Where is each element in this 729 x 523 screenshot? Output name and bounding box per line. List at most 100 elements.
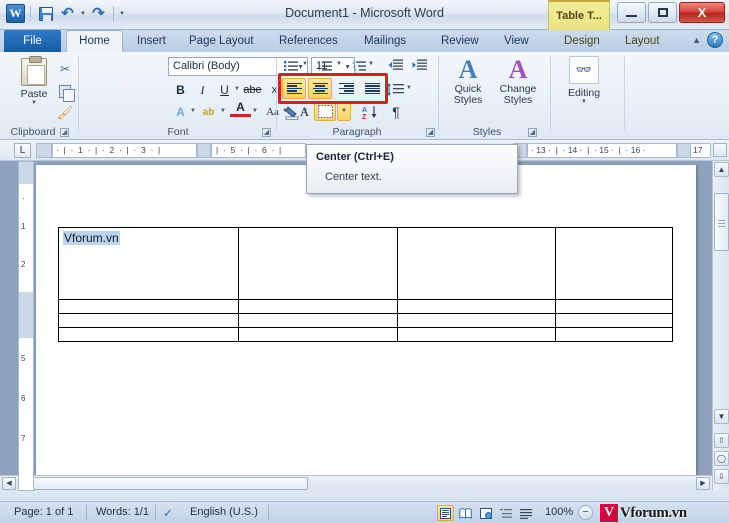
bullets-dropdown-icon[interactable]: ▼: [302, 61, 308, 67]
table-cell[interactable]: [555, 299, 673, 314]
borders-button[interactable]: [314, 101, 336, 121]
clipboard-dialog-launcher[interactable]: ◢: [60, 128, 69, 137]
bold-button[interactable]: B: [170, 80, 191, 100]
table-cell[interactable]: Vforum.vn: [58, 227, 239, 300]
view-ruler-button[interactable]: [713, 143, 727, 157]
print-layout-view-button[interactable]: [437, 505, 454, 521]
numbering-button[interactable]: 123: [314, 55, 336, 75]
outline-view-button[interactable]: [497, 505, 514, 521]
table-cell[interactable]: [58, 299, 239, 314]
language-status[interactable]: English (U.S.): [190, 506, 258, 518]
line-spacing-dropdown-icon[interactable]: ▼: [406, 85, 412, 91]
table-cell[interactable]: [555, 227, 673, 300]
paste-button[interactable]: Paste ▼: [12, 56, 56, 114]
vertical-scrollbar[interactable]: ▲ ▼ ⇧ ◯ ⇩: [712, 161, 729, 491]
tab-layout[interactable]: Layout: [616, 30, 669, 52]
scroll-right-button[interactable]: ▶: [696, 477, 710, 490]
line-spacing-button[interactable]: [385, 79, 407, 99]
table-cell[interactable]: [58, 327, 239, 342]
italic-button[interactable]: I: [192, 80, 213, 100]
chevron-down-icon[interactable]: ▼: [252, 108, 258, 114]
full-screen-reading-view-button[interactable]: [457, 505, 474, 521]
shading-button[interactable]: [282, 102, 304, 122]
tab-view[interactable]: View: [495, 30, 538, 52]
align-right-button[interactable]: [334, 78, 358, 99]
tab-insert[interactable]: Insert: [128, 30, 175, 52]
scroll-down-button[interactable]: ▼: [714, 409, 729, 424]
multilevel-list-button[interactable]: 123: [348, 55, 370, 75]
web-layout-view-button[interactable]: [477, 505, 494, 521]
bullets-button[interactable]: [280, 55, 302, 75]
format-painter-icon[interactable]: 🖌: [55, 104, 75, 122]
shading-dropdown-icon[interactable]: ▼: [302, 108, 308, 114]
font-color-button[interactable]: A: [230, 100, 251, 117]
borders-dropdown-icon[interactable]: ▼: [337, 101, 351, 121]
table-cell[interactable]: [237, 227, 399, 300]
change-styles-button[interactable]: A Change Styles: [494, 56, 542, 118]
underline-dropdown-icon[interactable]: ▼: [234, 86, 240, 92]
strikethrough-button[interactable]: abe: [242, 80, 263, 100]
zoom-out-button[interactable]: −: [578, 505, 593, 520]
chevron-down-icon[interactable]: ▼: [220, 108, 226, 114]
numbering-dropdown-icon[interactable]: ▼: [336, 61, 342, 67]
scroll-left-button[interactable]: ◀: [2, 477, 16, 490]
spell-check-icon[interactable]: ✓: [163, 506, 173, 520]
previous-page-button[interactable]: ⇧: [714, 433, 729, 448]
show-formatting-marks-button[interactable]: ¶: [385, 102, 407, 122]
draft-view-button[interactable]: [517, 505, 534, 521]
tab-mailings[interactable]: Mailings: [355, 30, 415, 52]
table-cell[interactable]: [397, 227, 557, 300]
next-page-button[interactable]: ⇩: [714, 469, 729, 484]
vertical-ruler[interactable]: · 1 2 5 6 7: [18, 161, 34, 491]
horizontal-scroll-thumb[interactable]: [18, 477, 308, 490]
multilevel-dropdown-icon[interactable]: ▼: [368, 61, 374, 67]
tab-home[interactable]: Home: [66, 30, 123, 52]
tab-page-layout[interactable]: Page Layout: [180, 30, 263, 52]
table-row[interactable]: [58, 313, 673, 328]
minimize-button[interactable]: [617, 2, 646, 23]
close-button[interactable]: X: [679, 2, 725, 23]
tab-review[interactable]: Review: [432, 30, 488, 52]
horizontal-scrollbar[interactable]: ◀ ▶: [0, 475, 712, 491]
chevron-down-icon[interactable]: ▼: [190, 108, 196, 114]
chevron-down-icon[interactable]: ▼: [581, 99, 587, 105]
table-row[interactable]: [58, 327, 673, 342]
table-cell[interactable]: [397, 313, 557, 328]
page-status[interactable]: Page: 1 of 1: [14, 506, 73, 518]
text-effects-button[interactable]: A: [170, 102, 191, 122]
vertical-scroll-thumb[interactable]: [714, 193, 729, 251]
tab-stop-selector[interactable]: L: [14, 143, 31, 158]
text-highlight-color-button[interactable]: ab: [198, 102, 219, 122]
question-mark-icon[interactable]: ?: [707, 32, 723, 48]
underline-button[interactable]: U: [214, 80, 235, 100]
maximize-button[interactable]: [648, 2, 677, 23]
scroll-up-button[interactable]: ▲: [714, 162, 729, 177]
table-cell[interactable]: [555, 313, 673, 328]
table-cell[interactable]: [397, 299, 557, 314]
document-table[interactable]: Vforum.vn: [58, 227, 673, 342]
quick-styles-button[interactable]: A Quick Styles: [444, 56, 492, 118]
table-cell[interactable]: [237, 299, 399, 314]
table-cell[interactable]: [555, 327, 673, 342]
table-cell[interactable]: [237, 313, 399, 328]
chevron-up-icon[interactable]: ▲: [692, 35, 701, 45]
styles-dialog-launcher[interactable]: ◢: [528, 128, 537, 137]
cut-icon[interactable]: ✂: [55, 60, 75, 78]
justify-button[interactable]: [360, 78, 384, 99]
zoom-level[interactable]: 100%: [545, 506, 573, 518]
copy-icon[interactable]: [55, 82, 75, 102]
select-browse-object-button[interactable]: ◯: [714, 451, 729, 466]
word-count-status[interactable]: Words: 1/1: [96, 506, 149, 518]
tab-design[interactable]: Design: [555, 30, 609, 52]
chevron-down-icon[interactable]: ▼: [31, 100, 37, 106]
tab-references[interactable]: References: [270, 30, 347, 52]
table-cell[interactable]: [237, 327, 399, 342]
table-row[interactable]: [58, 299, 673, 314]
align-left-button[interactable]: [282, 78, 306, 99]
tab-file[interactable]: File: [4, 30, 61, 52]
table-cell[interactable]: [58, 313, 239, 328]
increase-indent-button[interactable]: [409, 55, 431, 75]
align-center-button[interactable]: [308, 78, 332, 99]
sort-button[interactable]: AZ: [360, 102, 382, 122]
font-dialog-launcher[interactable]: ◢: [262, 128, 271, 137]
